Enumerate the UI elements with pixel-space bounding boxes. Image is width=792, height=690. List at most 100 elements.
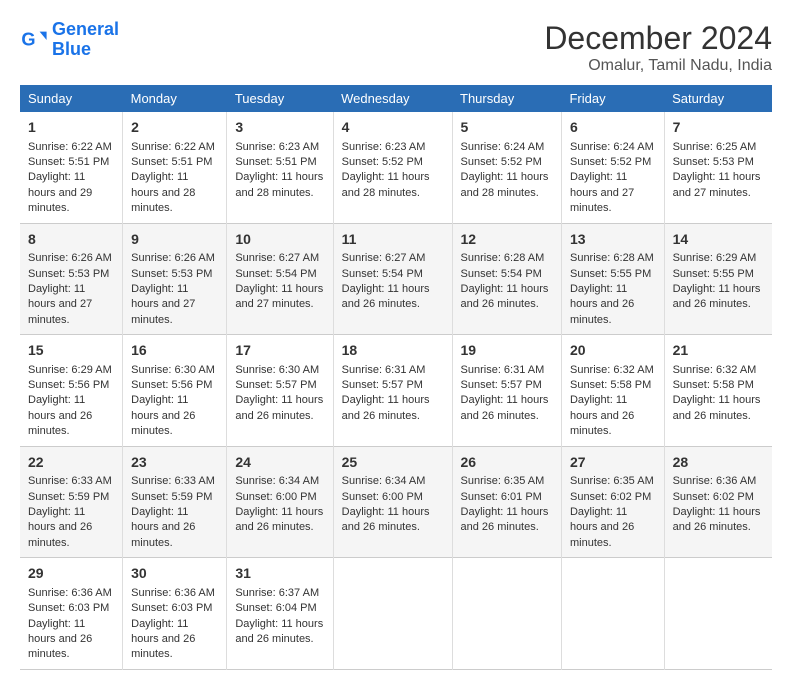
sunrise-text: Sunrise: 6:25 AM [673,141,757,153]
sunrise-text: Sunrise: 6:32 AM [570,364,654,376]
sunset-text: Sunset: 5:54 PM [342,268,423,280]
logo-text: General Blue [52,20,119,60]
week-row-5: 29 Sunrise: 6:36 AM Sunset: 6:03 PM Dayligh… [20,558,772,670]
daylight-text: Daylight: 11 hours and 27 minutes. [673,171,761,198]
svg-text:G: G [21,29,35,49]
sunset-text: Sunset: 6:00 PM [342,491,423,503]
sunset-text: Sunset: 5:56 PM [28,379,109,391]
sunrise-text: Sunrise: 6:26 AM [131,252,215,264]
calendar-cell [561,558,664,670]
daylight-text: Daylight: 11 hours and 26 minutes. [28,618,92,661]
daylight-text: Daylight: 11 hours and 26 minutes. [28,394,92,437]
sunrise-text: Sunrise: 6:24 AM [461,141,545,153]
calendar-cell: 28Sunrise: 6:36 AMSunset: 6:02 PMDayligh… [664,446,772,558]
subtitle: Omalur, Tamil Nadu, India [544,57,772,75]
calendar-cell: 9Sunrise: 6:26 AMSunset: 5:53 PMDaylight… [123,223,227,335]
header-day-tuesday: Tuesday [227,85,333,112]
day-number: 4 [342,118,444,138]
day-number: 27 [570,453,656,473]
sunrise-text: Sunrise: 6:30 AM [131,364,215,376]
calendar-cell: 23Sunrise: 6:33 AMSunset: 5:59 PMDayligh… [123,446,227,558]
day-number: 18 [342,341,444,361]
daylight-text: Daylight: 11 hours and 29 minutes. [28,171,92,214]
calendar-cell: 12Sunrise: 6:28 AMSunset: 5:54 PMDayligh… [452,223,561,335]
daylight-text: Daylight: 11 hours and 26 minutes. [673,506,761,533]
sunset-text: Sunset: 5:59 PM [28,491,109,503]
calendar-cell [333,558,452,670]
sunset-text: Sunset: 5:52 PM [342,156,423,168]
calendar-cell: 29 Sunrise: 6:36 AM Sunset: 6:03 PM Dayligh… [20,558,123,670]
header-row: SundayMondayTuesdayWednesdayThursdayFrid… [20,85,772,112]
sunrise-text: Sunrise: 6:36 AM [673,475,757,487]
sunset-text: Sunset: 5:53 PM [28,268,109,280]
day-number: 29 [28,564,114,584]
daylight-text: Daylight: 11 hours and 26 minutes. [235,618,323,645]
day-number: 11 [342,230,444,250]
sunset-text: Sunset: 5:54 PM [461,268,542,280]
sunrise-text: Sunrise: 6:27 AM [342,252,426,264]
calendar-cell: 15Sunrise: 6:29 AMSunset: 5:56 PMDayligh… [20,335,123,447]
day-number: 5 [461,118,553,138]
calendar-cell: 7Sunrise: 6:25 AMSunset: 5:53 PMDaylight… [664,112,772,223]
daylight-text: Daylight: 11 hours and 28 minutes. [235,171,323,198]
sunrise-text: Sunrise: 6:34 AM [235,475,319,487]
sunrise-text: Sunrise: 6:33 AM [131,475,215,487]
sunset-text: Sunset: 6:01 PM [461,491,542,503]
header-day-saturday: Saturday [664,85,772,112]
sunset-text: Sunset: 5:57 PM [461,379,542,391]
day-number: 17 [235,341,324,361]
sunset-text: Sunset: 6:02 PM [570,491,651,503]
sunset-text: Sunset: 5:51 PM [28,156,109,168]
calendar-cell: 18Sunrise: 6:31 AMSunset: 5:57 PMDayligh… [333,335,452,447]
calendar-cell: 20Sunrise: 6:32 AMSunset: 5:58 PMDayligh… [561,335,664,447]
main-title: December 2024 [544,20,772,57]
sunrise-text: Sunrise: 6:27 AM [235,252,319,264]
calendar-cell: 22Sunrise: 6:33 AMSunset: 5:59 PMDayligh… [20,446,123,558]
calendar-cell: 17Sunrise: 6:30 AMSunset: 5:57 PMDayligh… [227,335,333,447]
calendar-table: SundayMondayTuesdayWednesdayThursdayFrid… [20,85,772,670]
daylight-text: Daylight: 11 hours and 26 minutes. [28,506,92,549]
calendar-cell: 31Sunrise: 6:37 AMSunset: 6:04 PMDayligh… [227,558,333,670]
day-number: 20 [570,341,656,361]
daylight-text: Daylight: 11 hours and 26 minutes. [235,506,323,533]
sunset-text: Sunset: 6:03 PM [28,602,109,614]
daylight-text: Daylight: 11 hours and 26 minutes. [131,506,195,549]
sunset-text: Sunset: 6:00 PM [235,491,316,503]
week-row-3: 15Sunrise: 6:29 AMSunset: 5:56 PMDayligh… [20,335,772,447]
title-section: December 2024 Omalur, Tamil Nadu, India [544,20,772,75]
sunrise-text: Sunrise: 6:30 AM [235,364,319,376]
calendar-cell: 30 Sunrise: 6:36 AM Sunset: 6:03 PM Dayligh… [123,558,227,670]
sunset-text: Sunset: 6:03 PM [131,602,212,614]
daylight-text: Daylight: 11 hours and 28 minutes. [461,171,549,198]
sunrise-text: Sunrise: 6:36 AM [131,587,215,599]
sunrise-text: Sunrise: 6:31 AM [461,364,545,376]
sunset-text: Sunset: 5:58 PM [570,379,651,391]
day-number: 10 [235,230,324,250]
daylight-text: Daylight: 11 hours and 28 minutes. [131,171,195,214]
week-row-1: 1Sunrise: 6:22 AMSunset: 5:51 PMDaylight… [20,112,772,223]
calendar-cell: 11Sunrise: 6:27 AMSunset: 5:54 PMDayligh… [333,223,452,335]
header-day-thursday: Thursday [452,85,561,112]
sunset-text: Sunset: 5:52 PM [461,156,542,168]
day-number: 2 [131,118,218,138]
calendar-cell: 21Sunrise: 6:32 AMSunset: 5:58 PMDayligh… [664,335,772,447]
daylight-text: Daylight: 11 hours and 27 minutes. [570,171,634,214]
sunset-text: Sunset: 5:53 PM [673,156,754,168]
day-number: 24 [235,453,324,473]
daylight-text: Daylight: 11 hours and 26 minutes. [131,618,195,661]
daylight-text: Daylight: 11 hours and 26 minutes. [570,283,634,326]
header-day-sunday: Sunday [20,85,123,112]
daylight-text: Daylight: 11 hours and 28 minutes. [342,171,430,198]
sunrise-text: Sunrise: 6:33 AM [28,475,112,487]
sunrise-text: Sunrise: 6:36 AM [28,587,112,599]
sunrise-text: Sunrise: 6:26 AM [28,252,112,264]
calendar-cell: 26Sunrise: 6:35 AMSunset: 6:01 PMDayligh… [452,446,561,558]
sunset-text: Sunset: 5:53 PM [131,268,212,280]
logo: G General Blue [20,20,119,60]
day-number: 30 [131,564,218,584]
daylight-text: Daylight: 11 hours and 26 minutes. [342,394,430,421]
daylight-text: Daylight: 11 hours and 26 minutes. [673,283,761,310]
calendar-cell: 10Sunrise: 6:27 AMSunset: 5:54 PMDayligh… [227,223,333,335]
sunset-text: Sunset: 6:02 PM [673,491,754,503]
daylight-text: Daylight: 11 hours and 27 minutes. [131,283,195,326]
